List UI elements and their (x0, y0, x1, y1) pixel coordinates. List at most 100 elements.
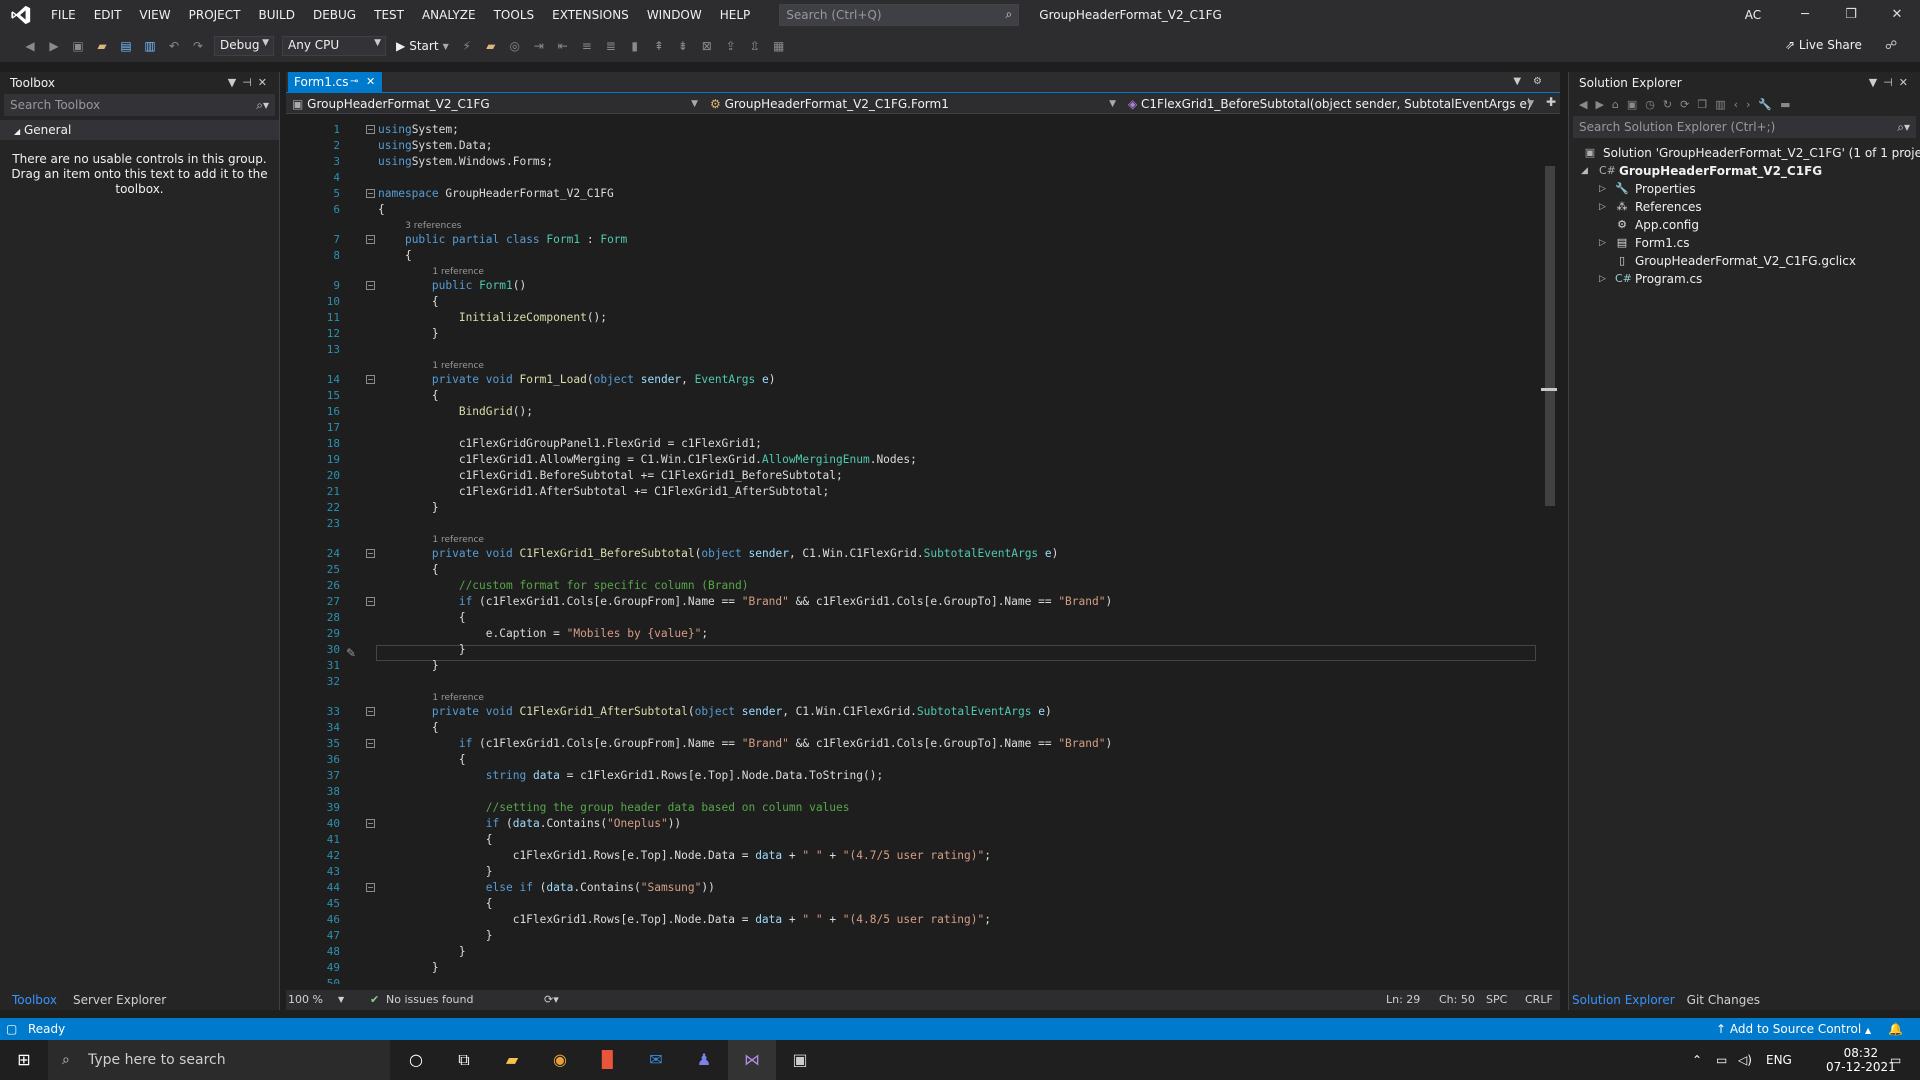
menu-window[interactable]: WINDOW (638, 0, 711, 30)
bookmark-icon[interactable]: ▮ (626, 37, 644, 55)
collapsed-arrow-icon[interactable]: ▷ (1599, 234, 1606, 252)
restore-icon[interactable]: ❐ (1828, 0, 1874, 30)
tree-solution[interactable]: ▣ Solution 'GroupHeaderFormat_V2_C1FG' (… (1569, 144, 1920, 162)
zoom-level[interactable]: 100 % (288, 990, 323, 1010)
tab-server-explorer[interactable]: Server Explorer (73, 990, 166, 1010)
menu-view[interactable]: VIEW (130, 0, 179, 30)
menu-extensions[interactable]: EXTENSIONS (543, 0, 638, 30)
codelens-references[interactable]: 1 reference (432, 534, 484, 546)
browser-link-icon[interactable]: ◎ (506, 37, 524, 55)
panel-window-controls[interactable]: ▼⊣✕ (228, 72, 273, 94)
network-icon[interactable]: ▭ (1716, 1040, 1727, 1080)
vertical-scrollbar[interactable] (1541, 118, 1557, 988)
collapse-region-icon[interactable]: − (366, 597, 375, 606)
tab-git-changes[interactable]: Git Changes (1687, 990, 1760, 1010)
project-dropdown[interactable]: ▣ GroupHeaderFormat_V2_C1FG ▼ (288, 95, 702, 113)
collapse-region-icon[interactable]: − (366, 739, 375, 748)
configuration-dropdown[interactable]: Debug ▼ (214, 36, 274, 56)
codelens-references[interactable]: 1 reference (432, 692, 484, 704)
source-control-button[interactable]: ↑ Add to Source Control ▲ (1716, 1018, 1871, 1042)
panel-window-controls[interactable]: ▼⊣✕ (1869, 72, 1914, 94)
visual-studio-taskbar-icon[interactable]: ⋈ (728, 1040, 776, 1080)
expanded-arrow-icon[interactable]: ◢ (1581, 162, 1588, 180)
codelens-references[interactable]: 1 reference (432, 266, 484, 278)
tab-toolbox[interactable]: Toolbox (12, 990, 57, 1010)
menu-project[interactable]: PROJECT (180, 0, 250, 30)
open-folder-icon[interactable]: ▰ (482, 37, 500, 55)
account-avatar[interactable]: AC (1740, 5, 1766, 25)
comment-icon[interactable]: ≡ (578, 37, 596, 55)
minimize-icon[interactable]: ─ (1782, 0, 1828, 30)
toolbox-search-input[interactable]: Search Toolbox ⌕▾ (4, 94, 275, 116)
taskbar-search-input[interactable]: ⌕ Type here to search (48, 1040, 390, 1080)
windows-start-icon[interactable]: ⊞ (0, 1040, 48, 1080)
tree-item-gclicx[interactable]: ▯ GroupHeaderFormat_V2_C1FG.gclicx (1569, 252, 1920, 270)
tree-project[interactable]: ◢ C# GroupHeaderFormat_V2_C1FG (1569, 162, 1920, 180)
solution-explorer-toolbar[interactable]: ◀▶⌂▣◷↻⟳❐▥‹›🔧▬ (1569, 94, 1920, 116)
global-search-input[interactable]: Search (Ctrl+Q) ⌕ (779, 4, 1020, 26)
next-bookmark-icon[interactable]: ⇟ (674, 37, 692, 55)
codelens-references[interactable]: 3 references (405, 220, 461, 232)
forward-icon[interactable]: ▶ (45, 37, 63, 55)
tab-form1-cs[interactable]: Form1.cs ⊸ ✕ (288, 72, 382, 92)
collapse-region-icon[interactable]: − (366, 819, 375, 828)
line-ending-indicator[interactable]: CRLF (1525, 990, 1553, 1010)
tray-overflow-icon[interactable]: ⌃ (1692, 1040, 1702, 1080)
volume-icon[interactable]: ◁) (1738, 1040, 1752, 1080)
solution-search-input[interactable]: Search Solution Explorer (Ctrl+;) ⌕▾ (1573, 116, 1916, 138)
outlook-icon[interactable]: ✉ (632, 1040, 680, 1080)
issues-indicator[interactable]: No issues found (386, 990, 473, 1010)
collapse-region-icon[interactable]: − (366, 189, 375, 198)
member-dropdown[interactable]: ◈ C1FlexGrid1_BeforeSubtotal(object send… (1124, 95, 1538, 113)
tab-overflow-controls[interactable]: ▼⚙ (1513, 72, 1554, 92)
code-text-area[interactable]: ✎ 1− usingSystem; 2 usingSystem.Data; 3 using… (286, 116, 1536, 984)
collapsed-arrow-icon[interactable]: ▷ (1599, 180, 1606, 198)
input-language[interactable]: ENG (1766, 1040, 1792, 1080)
collapse-region-icon[interactable]: − (366, 235, 375, 244)
save-icon[interactable]: ▤ (117, 37, 135, 55)
split-editor-icon[interactable]: ✚ (1546, 95, 1556, 109)
collapsed-arrow-icon[interactable]: ▷ (1599, 198, 1606, 216)
notifications-bell-icon[interactable]: 🔔 (1888, 1018, 1903, 1040)
deploy-icon[interactable]: ⇫ (746, 37, 764, 55)
tab-solution-explorer[interactable]: Solution Explorer (1572, 990, 1675, 1010)
menu-tools[interactable]: TOOLS (485, 0, 544, 30)
menu-build[interactable]: BUILD (249, 0, 303, 30)
action-center-icon[interactable]: ▭ (1890, 1040, 1901, 1080)
file-explorer-icon[interactable]: ▰ (488, 1040, 536, 1080)
undo-icon[interactable]: ↶ (165, 37, 183, 55)
feedback-icon[interactable]: ☍ (1885, 38, 1897, 52)
outdent-icon[interactable]: ⇤ (554, 37, 572, 55)
code-cleanup-icon[interactable]: ⟳▾ (544, 990, 559, 1010)
publish-icon[interactable]: ⇪ (722, 37, 740, 55)
back-icon[interactable]: ◀ (21, 37, 39, 55)
collapse-region-icon[interactable]: − (366, 549, 375, 558)
toolbox-group-general[interactable]: ◢ General (0, 120, 279, 140)
codelens-references[interactable]: 1 reference (432, 360, 484, 372)
collapse-region-icon[interactable]: − (366, 375, 375, 384)
menu-test[interactable]: TEST (365, 0, 413, 30)
collapse-region-icon[interactable]: − (366, 125, 375, 134)
menu-file[interactable]: FILE (42, 0, 85, 30)
office-icon[interactable]: ▉ (584, 1040, 632, 1080)
scrollbar-thumb[interactable] (1545, 166, 1555, 506)
collapse-region-icon[interactable]: − (366, 707, 375, 716)
cortana-icon[interactable]: ○ (392, 1040, 440, 1080)
visual-studio-logo-icon[interactable] (0, 0, 42, 30)
whitespace-indicator[interactable]: SPC (1486, 990, 1507, 1010)
menu-help[interactable]: HELP (711, 0, 760, 30)
clock[interactable]: 08:32 07-12-2021 (1826, 1046, 1896, 1074)
clear-bookmarks-icon[interactable]: ⊠ (698, 37, 716, 55)
new-project-icon[interactable]: ▣ (69, 37, 87, 55)
menu-analyze[interactable]: ANALYZE (413, 0, 485, 30)
pin-icon[interactable]: ⊸ (350, 72, 358, 92)
tree-item-form1-cs[interactable]: ▷ ▤ Form1.cs (1569, 234, 1920, 252)
uncomment-icon[interactable]: ≣ (602, 37, 620, 55)
indent-icon[interactable]: ⇥ (530, 37, 548, 55)
close-window-icon[interactable]: ✕ (1874, 0, 1920, 30)
layout-icon[interactable]: ▦ (770, 37, 788, 55)
menu-edit[interactable]: EDIT (85, 0, 131, 30)
prev-bookmark-icon[interactable]: ⇞ (650, 37, 668, 55)
teams-icon[interactable]: ♟ (680, 1040, 728, 1080)
save-all-icon[interactable]: ▥ (141, 37, 159, 55)
